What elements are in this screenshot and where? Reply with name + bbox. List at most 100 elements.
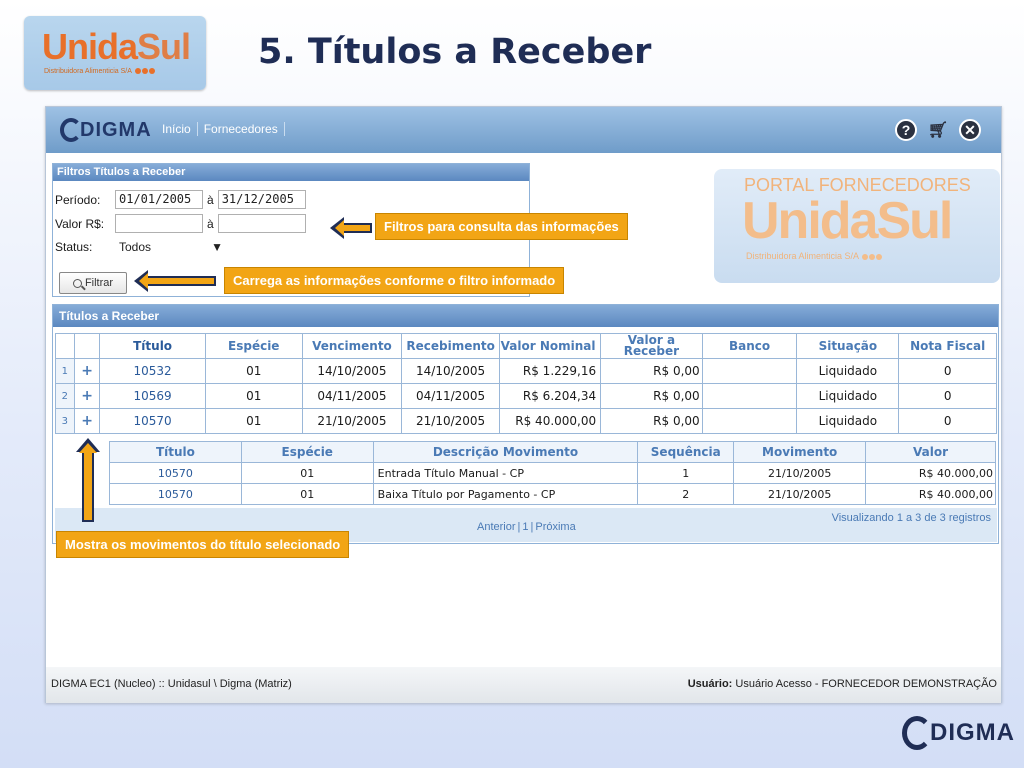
- status-select-value: Todos: [119, 240, 152, 254]
- movements-table-header: Título Espécie Descrição Movimento Sequê…: [109, 441, 996, 463]
- logo-word-b: Sul: [137, 26, 191, 67]
- top-nav: Início Fornecedores: [156, 122, 285, 136]
- sub-column-header-sequencia[interactable]: Sequência: [637, 441, 735, 463]
- table-row[interactable]: 1 + 10532 01 14/10/2005 14/10/2005 R$ 1.…: [55, 358, 997, 384]
- cell-recebimento: 21/10/2005: [401, 408, 500, 434]
- movement-row[interactable]: 10570 01 Entrada Título Manual - CP 1 21…: [109, 462, 996, 484]
- pager-next[interactable]: Próxima: [533, 521, 577, 533]
- footer-system-info: DIGMA EC1 (Nucleo) :: Unidasul \ Digma (…: [51, 678, 292, 690]
- digma-corner-logo: DIGMA: [902, 716, 1015, 750]
- filter-button[interactable]: Filtrar: [59, 272, 127, 294]
- digma-corner-icon: [902, 716, 932, 750]
- footer-user-value: Usuário Acesso - FORNECEDOR DEMONSTRAÇÃO: [735, 678, 997, 690]
- cell-recebimento: 14/10/2005: [401, 358, 500, 384]
- movement-titulo: 10570: [109, 483, 242, 505]
- movement-especie: 01: [240, 483, 374, 505]
- close-icon[interactable]: ✕: [959, 119, 981, 141]
- periodo-from-input[interactable]: 01/01/2005: [115, 190, 203, 209]
- movement-row[interactable]: 10570 01 Baixa Título por Pagamento - CP…: [109, 483, 996, 505]
- filter-panel-title: Filtros Títulos a Receber: [53, 164, 529, 181]
- column-header-valor-receber[interactable]: Valor a Receber: [600, 333, 703, 359]
- column-header-nota-fiscal[interactable]: Nota Fiscal: [898, 333, 997, 359]
- cell-vencimento: 21/10/2005: [301, 408, 403, 434]
- valor-from-input[interactable]: [115, 214, 203, 233]
- portal-word: UnidaSul: [742, 192, 953, 250]
- valor-separator: à: [207, 216, 214, 231]
- callout-arrow-filters: [330, 217, 372, 239]
- cell-valor-nominal: R$ 6.204,34: [498, 383, 602, 409]
- expand-plus-icon[interactable]: +: [73, 383, 101, 409]
- cell-titulo[interactable]: 10532: [99, 358, 206, 384]
- sub-column-header-descricao[interactable]: Descrição Movimento: [372, 441, 639, 463]
- movement-descricao: Baixa Título por Pagamento - CP: [372, 483, 639, 505]
- sub-column-header-movimento[interactable]: Movimento: [733, 441, 867, 463]
- movement-data: 21/10/2005: [733, 462, 867, 484]
- expand-plus-icon[interactable]: +: [73, 358, 101, 384]
- sub-column-header-especie[interactable]: Espécie: [240, 441, 374, 463]
- digma-brand[interactable]: DIGMA: [60, 117, 152, 143]
- column-header-situacao[interactable]: Situação: [796, 333, 900, 359]
- cart-icon[interactable]: 🛒︎: [927, 119, 949, 141]
- cell-valor-receber: R$ 0,00: [600, 408, 703, 434]
- cell-nota-fiscal: 0: [898, 358, 997, 384]
- footer-user: Usuário: Usuário Acesso - FORNECEDOR DEM…: [688, 678, 997, 690]
- column-header-titulo[interactable]: Título: [99, 333, 206, 359]
- cell-vencimento: 04/11/2005: [301, 383, 403, 409]
- periodo-to-input[interactable]: 31/12/2005: [217, 190, 306, 209]
- cell-banco: [701, 383, 798, 409]
- nav-item-fornecedores[interactable]: Fornecedores: [198, 122, 285, 136]
- cell-valor-nominal: R$ 1.229,16: [498, 358, 602, 384]
- column-header-recebimento[interactable]: Recebimento: [401, 333, 500, 359]
- periodo-label: Período:: [55, 192, 101, 207]
- cell-titulo[interactable]: 10570: [99, 408, 206, 434]
- sub-column-header-valor[interactable]: Valor: [865, 441, 996, 463]
- cell-situacao: Liquidado: [796, 408, 900, 434]
- cell-nota-fiscal: 0: [898, 383, 997, 409]
- callout-filters: Filtros para consulta das informações: [375, 213, 628, 240]
- nav-item-inicio[interactable]: Início: [156, 122, 198, 136]
- cell-valor-nominal: R$ 40.000,00: [498, 408, 602, 434]
- column-header-especie[interactable]: Espécie: [204, 333, 303, 359]
- table-row[interactable]: 3 + 10570 01 21/10/2005 21/10/2005 R$ 40…: [55, 408, 997, 434]
- app-window: DIGMA Início Fornecedores ? 🛒︎ ✕ Filtros…: [45, 106, 1002, 703]
- cell-especie: 01: [204, 358, 303, 384]
- cell-recebimento: 04/11/2005: [401, 383, 500, 409]
- valor-row: Valor R$: à: [55, 214, 306, 233]
- row-index: 3: [55, 408, 75, 434]
- help-icon[interactable]: ?: [895, 119, 917, 141]
- table-row[interactable]: 2 + 10569 01 04/11/2005 04/11/2005 R$ 6.…: [55, 383, 997, 409]
- pager-page[interactable]: 1: [520, 521, 530, 533]
- cell-titulo[interactable]: 10569: [99, 383, 206, 409]
- sub-column-header-titulo[interactable]: Título: [109, 441, 242, 463]
- valor-to-input[interactable]: [217, 214, 306, 233]
- periodo-separator: à: [207, 192, 214, 207]
- cell-banco: [701, 408, 798, 434]
- records-count: Visualizando 1 a 3 de 3 registros: [831, 512, 991, 524]
- footer-user-label: Usuário:: [687, 678, 733, 690]
- movement-data: 21/10/2005: [733, 483, 867, 505]
- status-select[interactable]: Todos ▼: [115, 238, 227, 256]
- titles-table-header: Título Espécie Vencimento Recebimento Va…: [55, 333, 997, 359]
- cell-especie: 01: [204, 408, 303, 434]
- titles-table: Título Espécie Vencimento Recebimento Va…: [55, 333, 997, 434]
- column-header-vencimento[interactable]: Vencimento: [301, 333, 403, 359]
- status-footer: DIGMA EC1 (Nucleo) :: Unidasul \ Digma (…: [46, 667, 1001, 703]
- unidasul-logo: UnidaSul Distribuidora Alimenticia S/A: [24, 16, 206, 90]
- pagination: Anterior | 1 | Próxima: [475, 521, 577, 533]
- callout-arrow-movements: [76, 438, 100, 522]
- movement-descricao: Entrada Título Manual - CP: [372, 462, 639, 484]
- row-index: 2: [55, 383, 75, 409]
- column-header-valor-nominal[interactable]: Valor Nominal: [498, 333, 602, 359]
- cell-nota-fiscal: 0: [898, 408, 997, 434]
- movement-titulo: 10570: [109, 462, 242, 484]
- logo-word-a: Unida: [42, 26, 138, 67]
- movement-sequencia: 2: [637, 483, 735, 505]
- expand-plus-icon[interactable]: +: [73, 408, 101, 434]
- column-header-banco[interactable]: Banco: [701, 333, 798, 359]
- cell-situacao: Liquidado: [796, 358, 900, 384]
- cell-vencimento: 14/10/2005: [301, 358, 403, 384]
- cell-valor-receber: R$ 0,00: [600, 358, 703, 384]
- portal-fornecedores-logo: PORTAL FORNECEDORES UnidaSul Distribuido…: [714, 169, 1000, 283]
- pager-previous[interactable]: Anterior: [475, 521, 518, 533]
- callout-load: Carrega as informações conforme o filtro…: [224, 267, 565, 294]
